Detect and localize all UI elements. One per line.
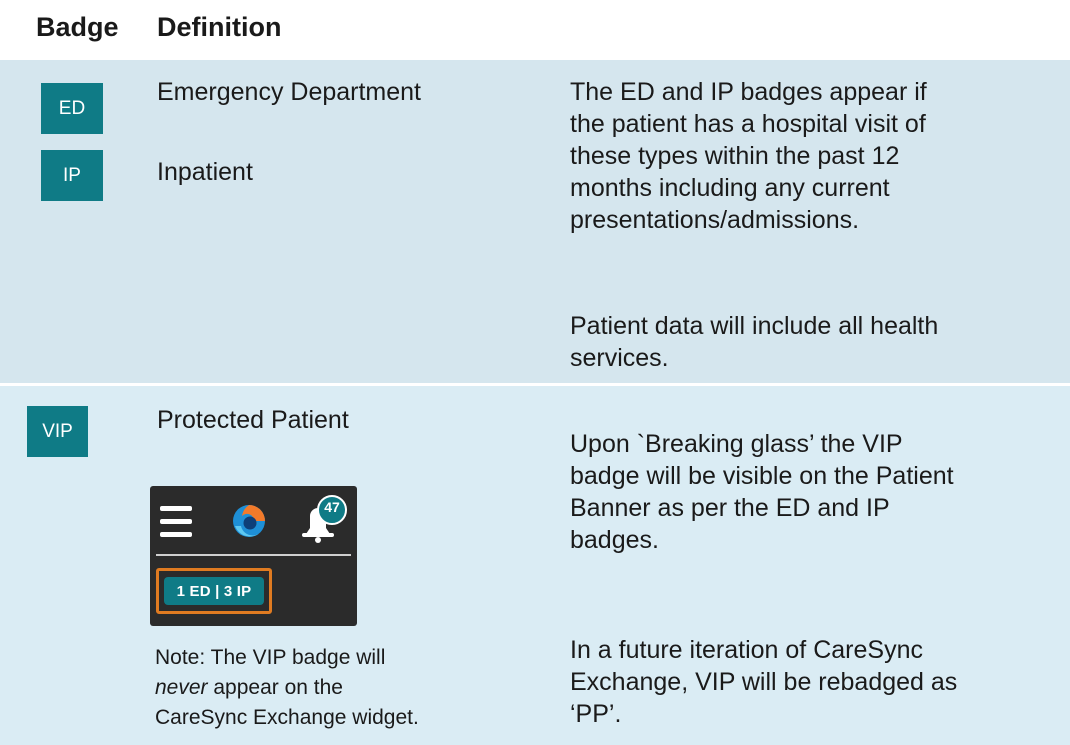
notification-count: 47 xyxy=(324,499,340,515)
browser-logo-icon xyxy=(233,505,265,537)
note-line: CareSync Exchange widget. xyxy=(155,706,419,729)
badge-definition-table: Badge Definition ED Emergency Department… xyxy=(0,0,1070,745)
table-row-vip: VIP Protected Patient 47 1 ED | 3 IP Not… xyxy=(0,386,1070,745)
description-line: badges. xyxy=(570,526,659,554)
vip-badge: VIP xyxy=(27,406,88,457)
description-line: Exchange, VIP will be rebadged as xyxy=(570,668,958,696)
description-line: months including any current xyxy=(570,174,890,202)
description-line: badge will be visible on the Patient xyxy=(570,462,954,490)
table-row-ed-ip: ED Emergency Department IP Inpatient The… xyxy=(0,60,1070,383)
ed-definition: Emergency Department xyxy=(157,78,422,106)
description-line: these types within the past 12 xyxy=(570,142,900,170)
widget-divider xyxy=(156,554,351,556)
ed-badge: ED xyxy=(41,83,103,134)
description-line: services. xyxy=(570,344,669,372)
description-line: The ED and IP badges appear if xyxy=(570,78,927,106)
ip-badge: IP xyxy=(41,150,103,201)
vip-future-note: In a future iteration of CareSync Exchan… xyxy=(570,634,957,730)
caresync-widget-screenshot: 47 1 ED | 3 IP xyxy=(150,486,357,626)
description-line: the patient has a hospital visit of xyxy=(570,110,926,138)
note-text: appear on the xyxy=(207,676,343,699)
ip-definition: Inpatient xyxy=(157,158,253,186)
header-badge: Badge xyxy=(36,12,119,42)
description-line: Banner as per the ED and IP xyxy=(570,494,890,522)
description-line: Patient data will include all health xyxy=(570,312,939,340)
description-line: ‘PP’. xyxy=(570,700,622,728)
header-definition: Definition xyxy=(157,12,282,42)
ed-ip-data-note: Patient data will include all health ser… xyxy=(570,310,938,374)
menu-icon xyxy=(160,506,200,540)
vip-widget-note: Note: The VIP badge will never appear on… xyxy=(155,643,419,733)
visit-summary-badge: 1 ED | 3 IP xyxy=(164,577,264,605)
note-emphasis: never xyxy=(155,676,208,699)
note-line: never appear on the xyxy=(155,673,419,703)
table-header: Badge Definition xyxy=(0,0,1070,60)
description-line: In a future iteration of CareSync xyxy=(570,636,923,664)
vip-description: Upon `Breaking glass’ the VIP badge will… xyxy=(570,428,954,556)
vip-definition: Protected Patient xyxy=(157,406,349,434)
note-line: Note: The VIP badge will xyxy=(155,646,386,669)
visit-summary-highlight: 1 ED | 3 IP xyxy=(156,568,272,614)
description-line: presentations/admissions. xyxy=(570,206,860,234)
ed-ip-description: The ED and IP badges appear if the patie… xyxy=(570,76,927,236)
description-line: Upon `Breaking glass’ the VIP xyxy=(570,430,903,458)
